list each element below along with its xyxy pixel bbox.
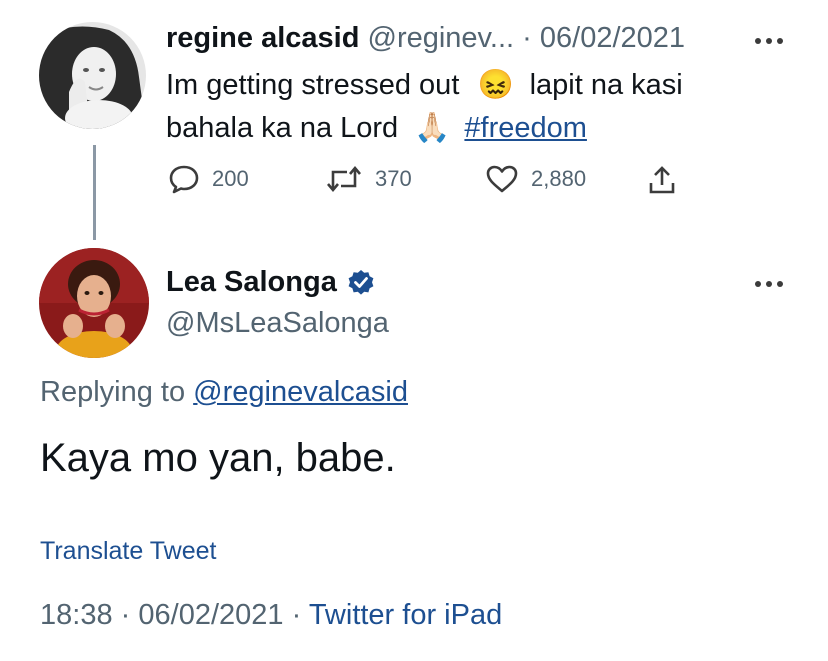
replying-to: Replying to @reginevalcasid bbox=[40, 376, 408, 409]
avatar-lea[interactable] bbox=[39, 248, 149, 358]
parent-tweet-text: Im getting stressed out 😖 lapit na kasi … bbox=[166, 64, 683, 150]
heart-icon bbox=[486, 165, 518, 193]
parent-handle[interactable]: @reginev... bbox=[368, 22, 515, 54]
reply-more-options-icon[interactable] bbox=[755, 281, 783, 287]
parent-display-name[interactable]: regine alcasid bbox=[166, 22, 359, 54]
tweet-meta-separator-1: · bbox=[120, 599, 131, 631]
verified-badge-icon bbox=[348, 269, 374, 295]
parent-more-options-icon[interactable] bbox=[755, 38, 783, 44]
confounded-face-emoji-icon: 😖 bbox=[477, 69, 514, 101]
like-count: 2,880 bbox=[531, 166, 587, 191]
parent-separator: · bbox=[522, 22, 532, 54]
tweet-source-link[interactable]: Twitter for iPad bbox=[309, 599, 502, 631]
reply-action[interactable]: 200 bbox=[168, 164, 249, 194]
retweet-count: 370 bbox=[375, 166, 412, 191]
parent-tweet-header: regine alcasid @reginev... · 06/02/2021 bbox=[166, 22, 685, 55]
reply-icon bbox=[169, 165, 199, 194]
translate-tweet-link[interactable]: Translate Tweet bbox=[40, 537, 216, 566]
reply-tweet-header: Lea Salonga bbox=[166, 266, 375, 299]
replying-to-prefix: Replying to bbox=[40, 376, 186, 408]
tweet-time[interactable]: 18:38 bbox=[40, 599, 113, 631]
reply-tweet-text: Kaya mo yan, babe. bbox=[40, 436, 396, 480]
parent-date[interactable]: 06/02/2021 bbox=[540, 22, 685, 54]
avatar-regine[interactable] bbox=[39, 22, 146, 129]
parent-text-line2-start: bahala ka na Lord bbox=[166, 112, 399, 144]
folded-hands-emoji-icon: 🙏🏻 bbox=[414, 112, 451, 144]
retweet-icon bbox=[327, 165, 361, 193]
tweet-meta-separator-2: · bbox=[291, 599, 302, 631]
retweet-action[interactable]: 370 bbox=[325, 164, 412, 194]
hashtag-freedom-link[interactable]: #freedom bbox=[464, 112, 587, 144]
share-icon[interactable] bbox=[648, 165, 676, 200]
reply-handle[interactable]: @MsLeaSalonga bbox=[166, 307, 389, 340]
thread-line bbox=[93, 145, 96, 240]
tweet-metadata: 18:38 · 06/02/2021 · Twitter for iPad bbox=[40, 599, 502, 632]
reply-display-name[interactable]: Lea Salonga bbox=[166, 266, 337, 299]
replying-to-handle-link[interactable]: @reginevalcasid bbox=[193, 376, 408, 408]
like-action[interactable]: 2,880 bbox=[485, 164, 586, 194]
reply-count: 200 bbox=[212, 166, 249, 191]
parent-text-line1-start: Im getting stressed out bbox=[166, 69, 460, 101]
parent-text-line1-end: lapit na kasi bbox=[529, 69, 683, 101]
tweet-date[interactable]: 06/02/2021 bbox=[138, 599, 283, 631]
